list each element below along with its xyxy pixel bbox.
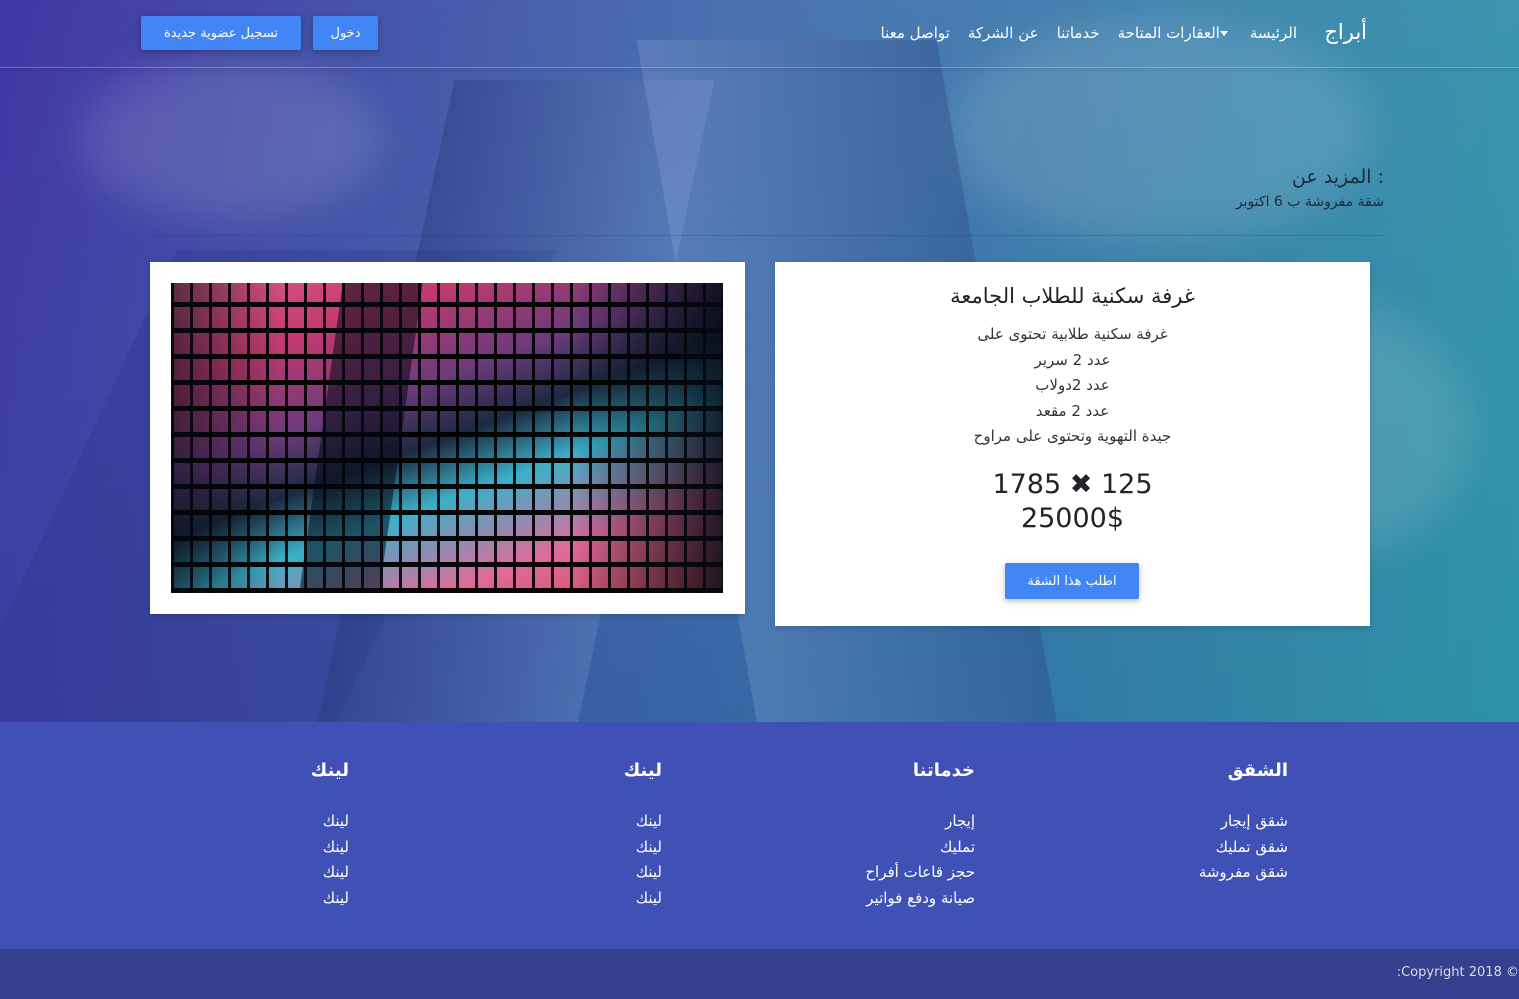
listing-image-card (150, 262, 745, 614)
nav-available-properties-label: العقارات المتاحة (1117, 24, 1220, 42)
section-heading: المزيد عن : (1291, 166, 1384, 188)
listing-title: غرفة سكنية للطلاب الجامعة (950, 284, 1195, 308)
navbar: أبراج الرئيسة العقارات المتاحة خدماتنا ع… (0, 0, 1519, 68)
footer-heading: الشقق (1227, 760, 1288, 781)
section-header: المزيد عن : شقة مفروشة ب 6 اكتوبر (1236, 166, 1384, 210)
footer-link[interactable]: حجز قاعات أفراح (775, 860, 975, 886)
footer-heading: لينك (310, 760, 349, 781)
dimension-a: 125 (1100, 468, 1153, 500)
footer-link[interactable]: شقق مفروشة (1088, 860, 1288, 886)
nav-available-properties-dropdown[interactable]: العقارات المتاحة (1118, 24, 1232, 42)
footer-column-services: خدماتنا إيجار تمليك حجز قاعات أفراح صيان… (775, 760, 975, 911)
footer-link[interactable]: شقق تمليك (1088, 835, 1288, 861)
request-apartment-button[interactable]: اطلب هذا الشقة (1005, 563, 1139, 599)
description-line: عدد 2 مقعد (1035, 401, 1110, 420)
listing-description: غرفة سكنية طلابية تحتوى على عدد 2 سرير ع… (775, 322, 1370, 450)
section-subheading: شقة مفروشة ب 6 اكتوبر (1235, 194, 1384, 210)
description-line: عدد 2دولاب (1035, 376, 1110, 394)
footer-heading: خدماتنا (912, 760, 975, 781)
description-line: عدد 2 سرير (1034, 350, 1111, 369)
footer-link[interactable]: لينك (462, 860, 662, 886)
description-line: غرفة سكنية طلابية تحتوى على (977, 325, 1168, 343)
login-button[interactable]: دخول (313, 16, 378, 50)
footer-link[interactable]: تمليك (775, 835, 975, 861)
description-line: جيدة التهوية وتحتوى على مراوح (973, 427, 1172, 445)
caret-down-icon (1219, 31, 1228, 36)
listing-info-card: غرفة سكنية للطلاب الجامعة غرفة سكنية طلا… (775, 262, 1370, 626)
footer-link[interactable]: لينك (462, 886, 662, 912)
brand-logo[interactable]: أبراج (1324, 20, 1367, 44)
listing-dimensions: 1785 ✖ 125 (775, 468, 1370, 502)
building-photo (171, 283, 723, 593)
footer-heading: لينك (623, 760, 662, 781)
footer-link[interactable]: لينك (462, 835, 662, 861)
listing-price: 25000$ (1020, 502, 1125, 534)
footer-link[interactable]: لينك (149, 835, 349, 861)
footer-column-apartments: الشقق شقق إيجار شقق تمليك شقق مفروشة (1088, 760, 1288, 886)
footer-link[interactable]: صيانة ودفع فواتير (775, 886, 975, 912)
footer-link[interactable]: لينك (149, 809, 349, 835)
nav-contact[interactable]: تواصل معنا (881, 24, 950, 42)
footer-link[interactable]: شقق إيجار (1088, 809, 1288, 835)
footer-link[interactable]: لينك (149, 886, 349, 912)
footer: الشقق شقق إيجار شقق تمليك شقق مفروشة خدم… (0, 722, 1519, 949)
nav-links: الرئيسة العقارات المتاحة خدماتنا عن الشر… (881, 24, 1297, 42)
footer-link[interactable]: لينك (149, 860, 349, 886)
copyright-bar: © Copyright 2018: (0, 949, 1519, 999)
nav-home[interactable]: الرئيسة (1250, 24, 1297, 42)
times-icon: ✖ (1069, 468, 1093, 500)
footer-column-links-2: لينك لينك لينك لينك لينك (149, 760, 349, 911)
section-divider (150, 235, 1385, 236)
footer-column-links-1: لينك لينك لينك لينك لينك (462, 760, 662, 911)
nav-services[interactable]: خدماتنا (1057, 24, 1100, 42)
nav-about[interactable]: عن الشركة (968, 24, 1039, 42)
footer-link[interactable]: لينك (462, 809, 662, 835)
dimension-b: 1785 (992, 468, 1062, 500)
copyright-text: © Copyright 2018: (1396, 965, 1519, 980)
footer-link[interactable]: إيجار (775, 809, 975, 835)
register-button[interactable]: تسجيل عضوية جديدة (141, 16, 301, 50)
